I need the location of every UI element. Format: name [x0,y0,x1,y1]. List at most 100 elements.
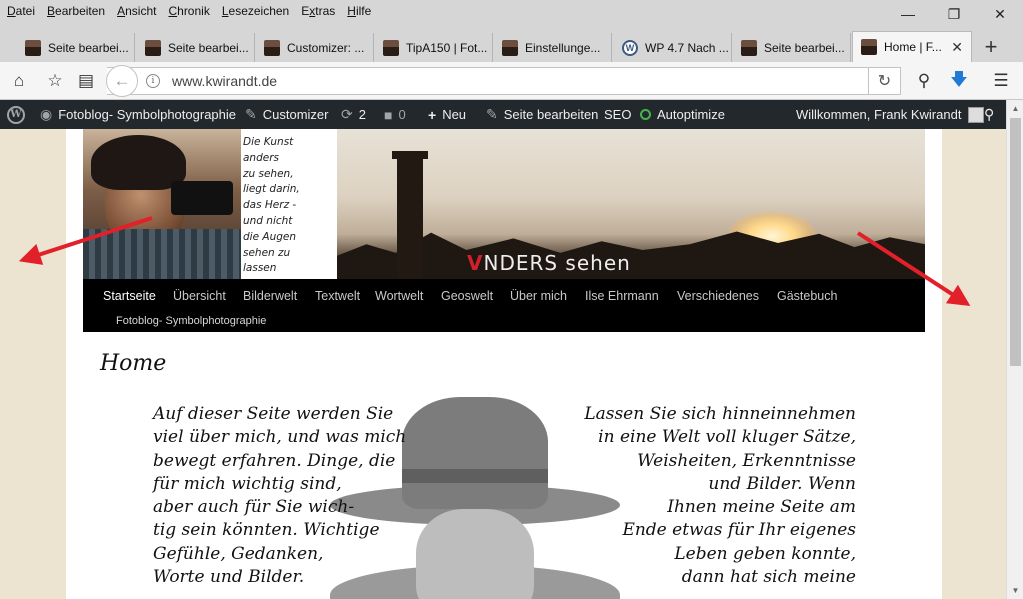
tab-label: Seite bearbei... [48,40,129,55]
tab-label: Customizer: ... [287,40,365,55]
search-button[interactable]: ⚲ [911,68,937,94]
poem-line: Ihnen meine Seite am [667,497,856,518]
poem-line: in eine Welt voll kluger Sätze, [598,427,856,448]
wp-admin-bar: W ◉ Fotoblog- Symbolphotographie ✎ Customi… [0,100,1006,129]
hamburger-menu-button[interactable]: ☰ [988,68,1014,94]
nav-geoswelt[interactable]: Geoswelt [441,289,493,303]
new-tab-button[interactable]: + [977,33,1005,61]
nav-uebersicht[interactable]: Übersicht [173,289,226,303]
poem-line: Ende etwas für Ihr eigenes [622,520,856,541]
menu-hilfe[interactable]: Hilfe [347,4,371,18]
poem-line: für mich wichtig sind, [153,473,342,494]
admin-autoptimize[interactable]: Autoptimize [640,100,725,129]
downloads-button[interactable]: 🡇 [946,68,972,94]
greeting-label: Willkommen, Frank Kwirandt [796,107,962,122]
scrollbar-thumb[interactable] [1010,118,1021,366]
status-dot-icon [640,109,651,120]
tab[interactable]: W WP 4.7 Nach ... [614,33,732,62]
nav-verschiedenes[interactable]: Verschiedenes [677,289,759,303]
admin-search[interactable]: ⚲ [984,100,1000,129]
comments-count: 0 [398,107,406,122]
customizer-label: Customizer [262,107,329,122]
tab-label: Seite bearbei... [168,40,249,55]
nav-ueber-mich[interactable]: Über mich [510,289,567,303]
quote-line: das Herz - [243,199,297,212]
home-button[interactable]: ⌂ [6,68,32,94]
admin-seo[interactable]: SEO [604,100,631,129]
bookmark-star-button[interactable]: ☆ [42,68,68,94]
star-icon: ☆ [47,71,63,90]
nav-textwelt[interactable]: Textwelt [315,289,360,303]
hamburger-menu-icon: ☰ [993,71,1009,90]
site-navigation: Startseite Übersicht Bilderwelt Textwelt… [83,279,925,332]
nav-wortwelt[interactable]: Wortwelt [375,289,423,303]
restore-icon: ❐ [947,5,961,22]
nav-startseite[interactable]: Startseite [103,289,156,303]
tab[interactable]: Customizer: ... [256,33,374,62]
menu-bearbeiten[interactable]: Bearbeiten [47,4,105,18]
tab-label: TipA150 | Fot... [406,40,488,55]
close-tab-icon[interactable]: ✕ [951,39,963,56]
tab[interactable]: Einstellunge... [494,33,612,62]
brand-v: V [467,251,484,275]
tab-label: WP 4.7 Nach ... [645,40,729,55]
nav-subtitle: Fotoblog- Symbolphotographie [116,315,267,327]
scroll-down-icon[interactable]: ▼ [1007,582,1023,599]
poem-line: Leben geben konnte, [674,543,856,564]
updates-icon: ⟳ [341,106,353,122]
poem-line: Weisheiten, Erkenntnisse [637,450,856,471]
url-text[interactable]: www.kwirandt.de [172,73,277,89]
quote-line: Die Kunst [243,136,294,148]
tab[interactable]: Seite bearbei... [17,33,135,62]
admin-edit-page[interactable]: ✎ Seite bearbeiten [486,100,598,129]
info-icon[interactable]: i [146,74,160,88]
menu-chronik[interactable]: Chronik [168,4,209,18]
poem-line: Worte und Bilder. [153,567,305,588]
admin-account[interactable]: Willkommen, Frank Kwirandt [796,100,985,129]
menu-extras[interactable]: Extras [301,4,335,18]
quote-line: lassen [243,262,277,275]
menu-lesezeichen[interactable]: Lesezeichen [222,4,289,18]
site-favicon-icon [502,39,518,56]
nav-ilse-ehrmann[interactable]: Ilse Ehrmann [585,289,659,303]
page-title: Home [100,351,167,376]
dashboard-icon: ◉ [40,106,53,122]
header-banner[interactable]: Die Kunst anders zu sehen, liegt darin, … [83,129,925,279]
url-bar[interactable]: i www.kwirandt.de [107,67,869,95]
vertical-scrollbar[interactable]: ▲ ▼ [1006,100,1023,599]
nav-bilderwelt[interactable]: Bilderwelt [243,289,297,303]
admin-customizer[interactable]: ✎ Customizer [245,100,328,129]
arrow-left-icon: ← [113,71,131,90]
menu-ansicht[interactable]: Ansicht [117,4,156,18]
menu-bar: Datei Bearbeiten Ansicht Chronik Lesezei… [0,0,1023,22]
intro-text-left: Auf dieser Seite werden Sie viel über mi… [153,403,406,589]
reload-button[interactable]: ↻ [868,67,901,95]
site-favicon-icon [861,39,877,55]
tab-active[interactable]: Home | F... ✕ [852,31,972,62]
avatar [968,106,985,123]
wp-logo-button[interactable]: W [7,100,25,129]
updates-count: 2 [358,107,366,122]
admin-updates[interactable]: ⟳ 2 [341,100,366,129]
back-button[interactable]: ← [106,65,138,97]
admin-new[interactable]: + Neu [428,100,466,129]
scroll-up-icon[interactable]: ▲ [1007,100,1023,117]
admin-comments[interactable]: ■ 0 [384,100,406,129]
poem-line: viel über mich, und was mich [153,427,407,448]
nav-gaestebuch[interactable]: Gästebuch [777,289,837,303]
header-quote: Die Kunst anders zu sehen, liegt darin, … [241,129,337,279]
menu-datei[interactable]: Datei [7,4,35,18]
tab[interactable]: TipA150 | Fot... [375,33,493,62]
minimize-icon: — [901,6,915,22]
edit-page-label: Seite bearbeiten [503,107,599,122]
download-arrow-icon: 🡇 [950,69,968,89]
tab[interactable]: Seite bearbei... [137,33,255,62]
admin-site-name[interactable]: ◉ Fotoblog- Symbolphotographie [40,100,236,129]
reader-list-button[interactable]: ▤ [73,68,99,94]
poem-line: Lassen Sie sich hinneinnehmen [584,404,856,424]
seo-label: SEO [604,107,632,122]
quote-line: die Augen [243,230,296,243]
tab[interactable]: Seite bearbei... [733,33,851,62]
tab-strip: Seite bearbei... Seite bearbei... Custom… [0,22,1023,62]
site-favicon-icon [25,39,41,56]
